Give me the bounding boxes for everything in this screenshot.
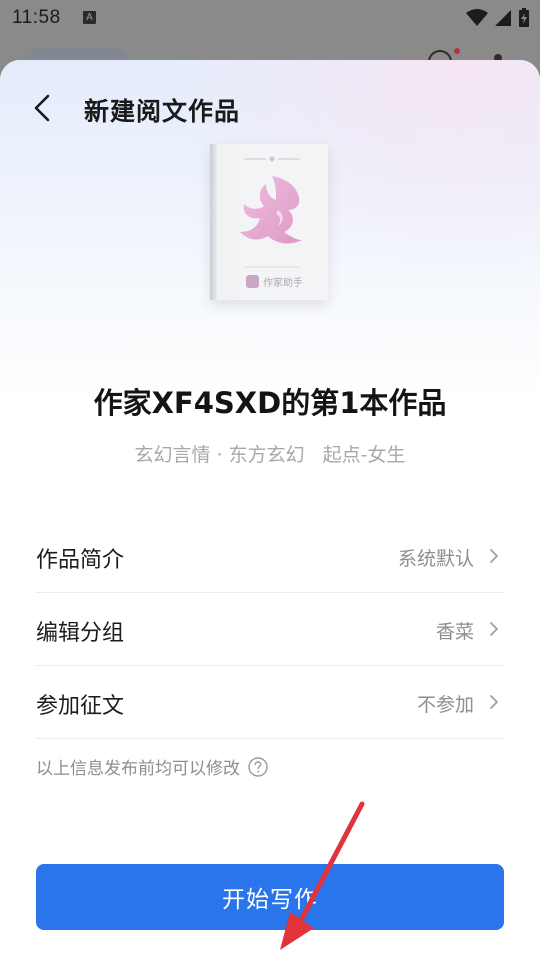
battery-charging-icon: [519, 8, 529, 27]
row-label: 作品简介: [36, 548, 125, 573]
cover-brand: 作家助手: [246, 274, 303, 289]
row-label: 参加征文: [36, 694, 125, 719]
new-work-sheet: 新建阅文作品 作家助手 作家XF4SXD的第1本作品 玄幻言情 · 东方玄幻 起…: [0, 60, 540, 960]
book-cover: 作家助手: [210, 144, 328, 300]
back-button[interactable]: [24, 88, 64, 128]
work-genre: 玄幻言情 · 东方玄幻: [134, 444, 305, 466]
help-circle-icon[interactable]: [248, 756, 268, 777]
settings-row-synopsis[interactable]: 作品简介 系统默认: [36, 520, 504, 593]
dragon-emblem-icon: [240, 176, 302, 244]
status-time: 11:58: [12, 7, 61, 28]
notification-dot: [454, 48, 460, 54]
chevron-right-icon: [490, 695, 498, 709]
signal-icon: [495, 10, 511, 26]
status-bar: 11:58 A: [0, 0, 540, 36]
bottom-ornament: [244, 266, 300, 268]
a-notification-icon: A: [83, 11, 96, 24]
settings-list: 作品简介 系统默认 编辑分组 香菜 参加征文 不参加: [36, 520, 504, 739]
row-label: 编辑分组: [36, 621, 125, 646]
chevron-right-icon: [490, 549, 498, 563]
top-ornament: [244, 156, 300, 162]
work-meta: 玄幻言情 · 东方玄幻 起点-女生: [0, 440, 540, 467]
start-writing-button[interactable]: 开始写作: [36, 864, 504, 930]
work-title: 作家XF4SXD的第1本作品: [93, 386, 447, 420]
work-channel: 起点-女生: [322, 444, 406, 466]
page-title: 新建阅文作品: [84, 97, 241, 126]
sheet-header: 新建阅文作品: [0, 80, 540, 136]
back-chevron-icon: [34, 94, 50, 122]
cover-brand-text: 作家助手: [263, 278, 303, 289]
row-value: 系统默认: [397, 548, 474, 570]
feather-icon: [246, 275, 259, 288]
edit-hint-text: 以上信息发布前均可以修改: [36, 759, 240, 779]
book-spine: [210, 144, 217, 300]
settings-row-contest[interactable]: 参加征文 不参加: [36, 666, 504, 739]
row-value: 香菜: [435, 621, 474, 643]
wifi-icon: [466, 9, 488, 26]
chevron-right-icon: [490, 622, 498, 636]
row-value: 不参加: [416, 694, 474, 716]
edit-hint: 以上信息发布前均可以修改: [36, 754, 268, 779]
settings-row-group[interactable]: 编辑分组 香菜: [36, 593, 504, 666]
